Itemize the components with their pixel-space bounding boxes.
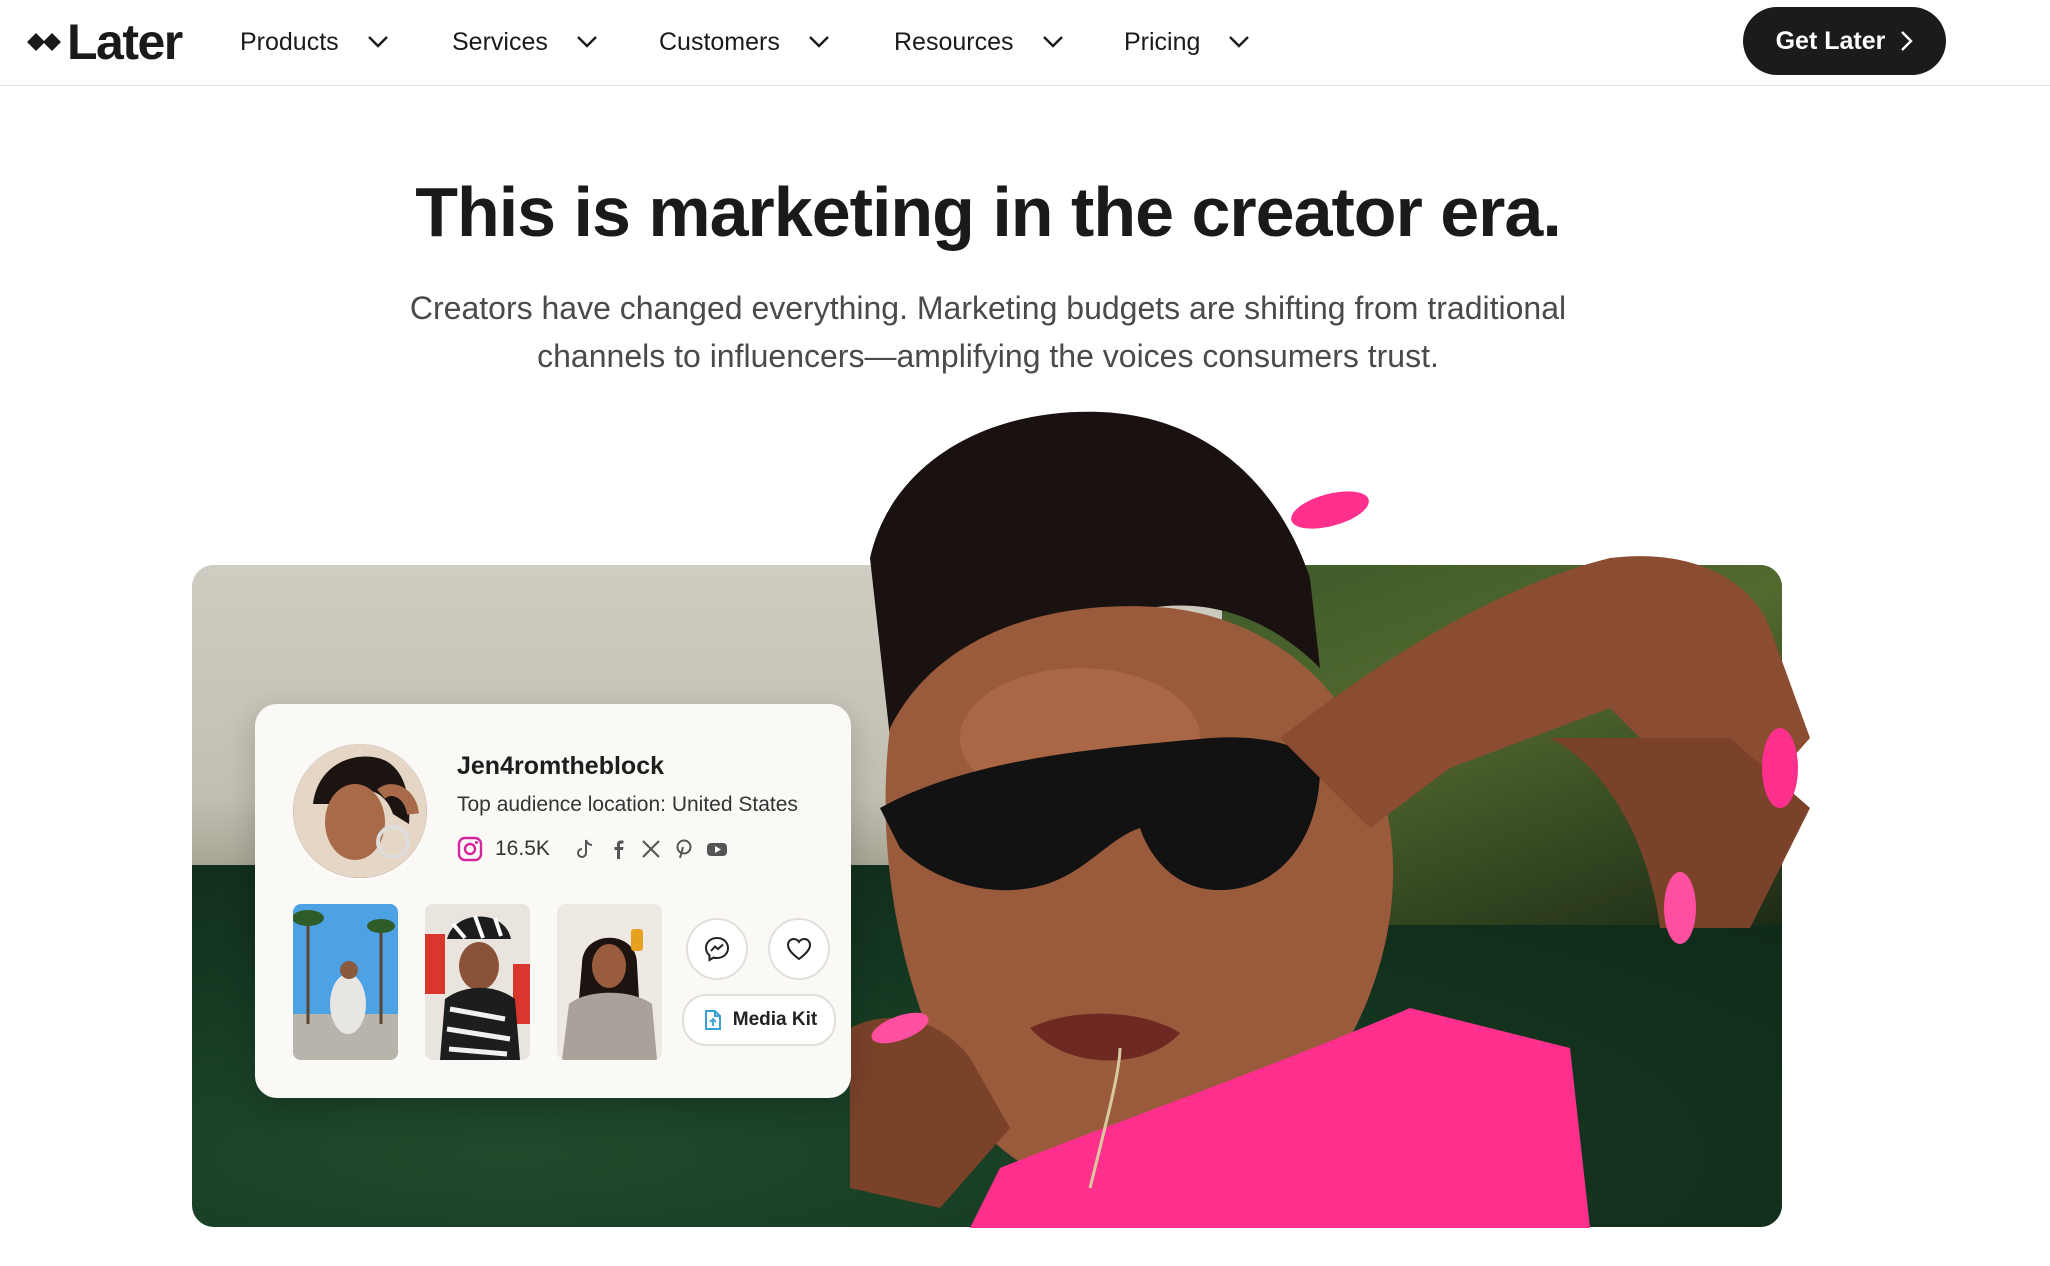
logo-text: Later xyxy=(67,14,183,70)
post-image-icon xyxy=(557,904,662,1060)
hero-subtitle-line-1: Creators have changed everything. Market… xyxy=(409,290,1567,326)
media-kit-icon xyxy=(704,1010,721,1030)
chevron-down-icon xyxy=(1042,36,1063,48)
nav-label: Pricing xyxy=(1124,27,1201,56)
heart-icon xyxy=(786,937,812,961)
chevron-down-icon xyxy=(1229,36,1250,48)
creator-post-thumbnail[interactable] xyxy=(557,904,662,1060)
chevron-down-icon xyxy=(577,36,597,48)
nav-customers[interactable]: Customers xyxy=(659,22,830,62)
facebook-icon[interactable] xyxy=(607,838,629,860)
media-kit-button[interactable]: Media Kit xyxy=(682,994,836,1046)
follower-count: 16.5K xyxy=(495,837,550,860)
hero-subtitle: Creators have changed everything. Market… xyxy=(345,284,1631,380)
creator-post-thumbnail[interactable] xyxy=(425,904,530,1060)
avatar-portrait-icon xyxy=(293,744,427,878)
hero-title: This is marketing in the creator era. xyxy=(415,173,1562,251)
creator-portrait-image xyxy=(850,411,1810,1228)
nav-services[interactable]: Services xyxy=(452,22,598,62)
nav-label: Resources xyxy=(894,27,1014,56)
nav-products[interactable]: Products xyxy=(240,22,389,62)
later-logo-mark-icon xyxy=(27,33,61,51)
chevron-right-icon xyxy=(1901,31,1914,51)
creator-name: Jen4romtheblock xyxy=(457,752,665,780)
get-later-button[interactable]: Get Later xyxy=(1743,7,1946,75)
messenger-icon xyxy=(704,936,730,962)
creator-post-thumbnail[interactable] xyxy=(293,904,398,1060)
tiktok-icon[interactable] xyxy=(574,838,596,860)
nav-resources[interactable]: Resources xyxy=(894,22,1064,62)
post-image-icon xyxy=(425,904,530,1060)
favorite-button[interactable] xyxy=(768,918,830,980)
nav-label: Customers xyxy=(659,27,780,56)
nav-label: Services xyxy=(452,27,548,56)
chevron-down-icon xyxy=(367,36,388,48)
media-kit-label: Media Kit xyxy=(732,1009,818,1030)
later-logo[interactable]: Later xyxy=(27,14,183,70)
creator-social-stats: 16.5K xyxy=(457,834,739,864)
chevron-down-icon xyxy=(809,36,829,48)
creator-profile-card: Jen4romtheblock Top audience location: U… xyxy=(255,704,851,1098)
nav-label: Products xyxy=(240,27,339,56)
pinterest-icon[interactable] xyxy=(673,838,695,860)
youtube-icon[interactable] xyxy=(706,838,728,860)
x-icon[interactable] xyxy=(640,838,662,860)
creator-location: Top audience location: United States xyxy=(457,793,798,816)
message-button[interactable] xyxy=(686,918,748,980)
top-nav: Later Products Services Customers Resour… xyxy=(0,0,2050,86)
creator-avatar xyxy=(293,744,427,878)
get-later-label: Get Later xyxy=(1775,26,1886,55)
post-image-icon xyxy=(293,904,398,1060)
instagram-icon[interactable] xyxy=(457,836,483,862)
nav-pricing[interactable]: Pricing xyxy=(1124,22,1250,62)
hero-subtitle-line-2: channels to influencers—amplifying the v… xyxy=(537,338,1439,374)
